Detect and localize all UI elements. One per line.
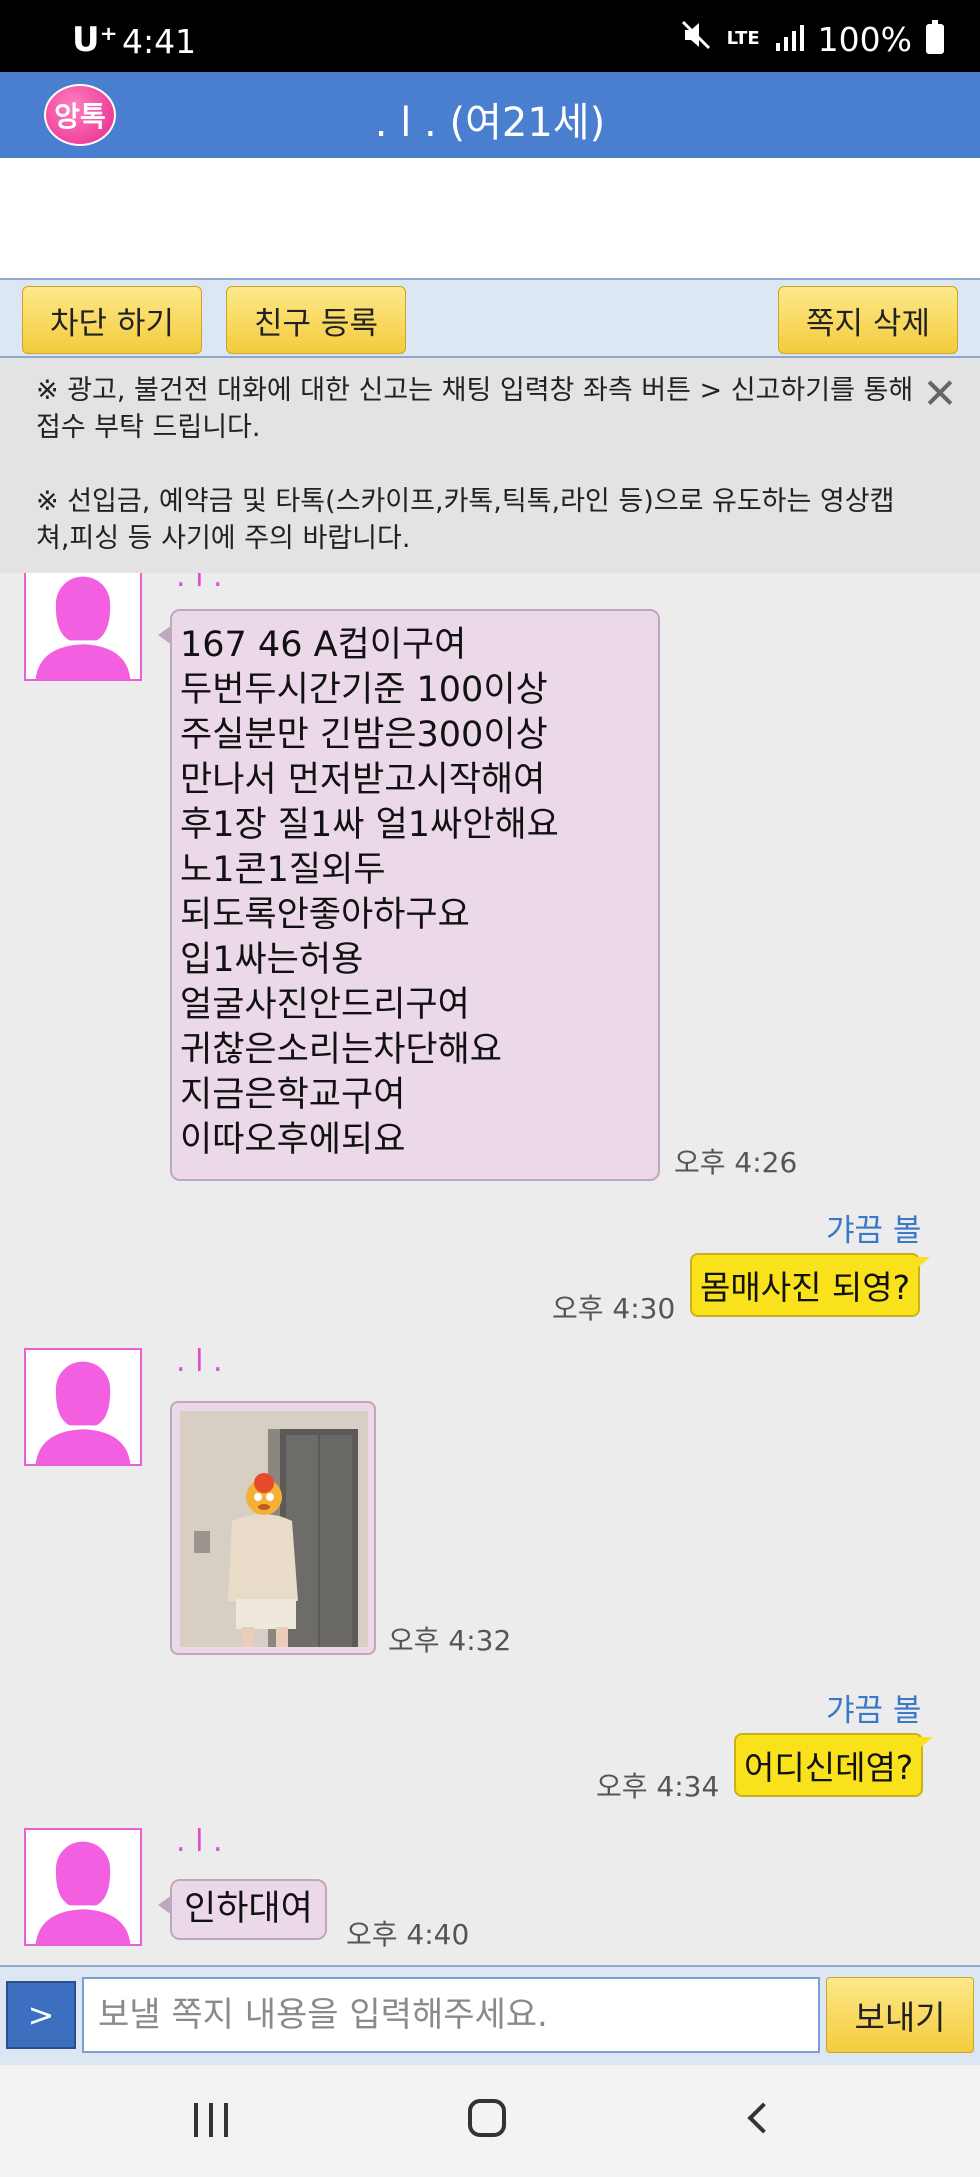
my-name: 갸끔 볼 bbox=[826, 1693, 922, 1729]
home-icon[interactable] bbox=[468, 2099, 506, 2137]
message-time: 오후 4:32 bbox=[388, 1624, 512, 1657]
female-avatar-icon[interactable] bbox=[24, 1828, 142, 1946]
delete-note-button[interactable]: 쪽지 삭제 bbox=[778, 286, 958, 354]
status-indicators: LTE 100% bbox=[679, 18, 944, 60]
message-time: 오후 4:34 bbox=[596, 1770, 720, 1803]
back-icon[interactable] bbox=[747, 2102, 779, 2134]
message-line: 되도록안좋아하구요 bbox=[180, 895, 470, 935]
message-bubble-outgoing: 어디신데염? bbox=[734, 1733, 934, 1797]
block-button[interactable]: 차단 하기 bbox=[22, 286, 202, 354]
message-line: 귀찮은소리는차단해요 bbox=[180, 1030, 503, 1070]
network-label: LTE bbox=[726, 28, 760, 49]
battery-icon bbox=[926, 20, 944, 54]
message-line: 만나서 먼저받고시작해여 bbox=[180, 760, 546, 800]
message-line: 이따오후에되요 bbox=[180, 1120, 406, 1160]
my-name: 갸끔 볼 bbox=[826, 1213, 922, 1249]
warning-notice: ※ 광고, 불건전 대화에 대한 신고는 채팅 입력창 좌측 버튼 > 신고하기… bbox=[0, 358, 980, 573]
message-line: 두번두시간기준 100이상 bbox=[180, 670, 548, 710]
signal-icon bbox=[774, 20, 804, 59]
action-bar: 차단 하기 친구 등록 쪽지 삭제 bbox=[0, 278, 980, 358]
sender-name: . l . bbox=[176, 1824, 223, 1859]
notice-line-scam: ※ 선입금, 예약금 및 타톡(스카이프,카톡,틱톡,라인 등)으로 유도하는 … bbox=[36, 486, 895, 554]
report-menu-button[interactable]: > bbox=[6, 1981, 76, 2049]
add-friend-button[interactable]: 친구 등록 bbox=[226, 286, 406, 354]
status-time: 4:41 bbox=[122, 22, 197, 61]
message-line: 주실분만 긴밤은300이상 bbox=[180, 715, 548, 755]
message-line: 후1장 질1싸 얼1싸안해요 bbox=[180, 805, 559, 845]
message-line: 얼굴사진안드리구여 bbox=[180, 985, 470, 1025]
mute-icon bbox=[679, 18, 713, 60]
ad-area bbox=[0, 158, 980, 278]
photo-thumbnail bbox=[180, 1411, 368, 1647]
message-time: 오후 4:26 bbox=[674, 1146, 798, 1179]
send-button[interactable]: 보내기 bbox=[826, 1977, 974, 2053]
notice-line-report: ※ 광고, 불건전 대화에 대한 신고는 채팅 입력창 좌측 버튼 > 신고하기… bbox=[36, 375, 914, 443]
message-line: 입1싸는허용 bbox=[180, 940, 364, 980]
recent-apps-icon[interactable] bbox=[194, 2103, 228, 2137]
system-nav-bar bbox=[0, 2065, 980, 2177]
sender-name: . l . bbox=[176, 573, 223, 594]
message-input[interactable] bbox=[82, 1977, 820, 2053]
message-bubble-incoming: 인하대여 bbox=[158, 1879, 327, 1940]
message-line: 지금은학교구여 bbox=[180, 1075, 406, 1115]
message-time: 오후 4:30 bbox=[552, 1292, 676, 1325]
close-icon[interactable]: ✕ bbox=[920, 373, 960, 415]
battery-percent: 100% bbox=[817, 19, 912, 59]
message-time: 오후 4:40 bbox=[346, 1918, 470, 1951]
sender-name: . l . bbox=[176, 1344, 223, 1379]
chat-title: . l . (여21세) bbox=[374, 100, 606, 146]
carrier-label: U⁺ bbox=[72, 20, 118, 60]
chat-area[interactable]: . l . 167 46 A컵이구여 두번두시간기준 100이상 주실분만 긴밤… bbox=[0, 573, 980, 1965]
message-line: 노1콘1질외두 bbox=[180, 850, 386, 890]
female-avatar-icon[interactable] bbox=[24, 1348, 142, 1466]
app-header: 앙톡 . l . (여21세) bbox=[0, 72, 980, 158]
message-input-bar: > 보내기 bbox=[0, 1965, 980, 2065]
message-bubble-outgoing: 몸매사진 되영? bbox=[690, 1253, 931, 1317]
status-bar: U⁺ 4:41 LTE 100% bbox=[0, 0, 980, 72]
message-line: 167 46 A컵이구여 bbox=[180, 625, 467, 665]
female-avatar-icon[interactable] bbox=[24, 573, 142, 681]
message-bubble-incoming: 167 46 A컵이구여 두번두시간기준 100이상 주실분만 긴밤은300이상… bbox=[158, 609, 660, 1181]
photo-message[interactable] bbox=[170, 1401, 376, 1655]
